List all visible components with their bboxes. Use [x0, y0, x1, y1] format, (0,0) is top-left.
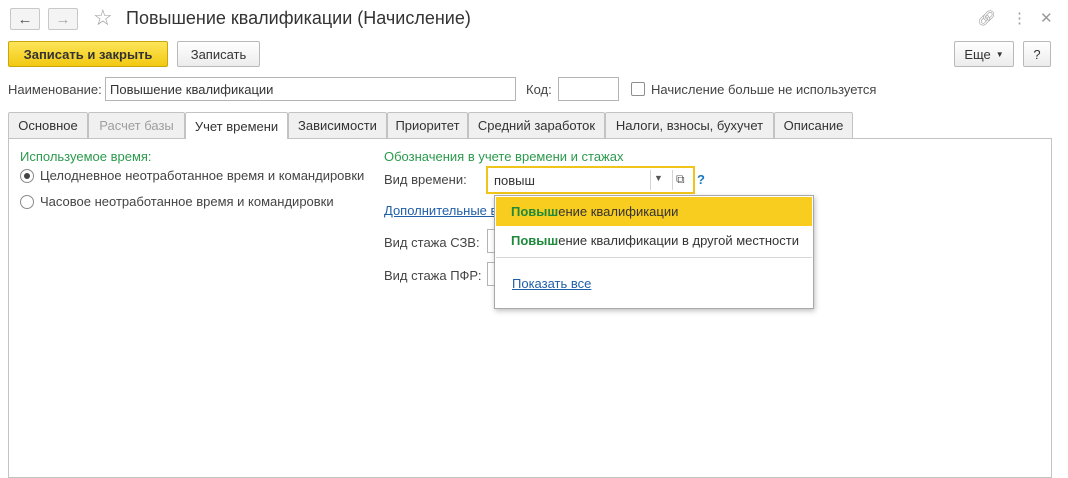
more-label: Еще — [964, 46, 991, 62]
forward-button[interactable]: → — [48, 8, 78, 30]
radio-hourly[interactable] — [20, 195, 34, 209]
used-time-title: Используемое время: — [20, 149, 152, 164]
unused-label: Начисление больше не используется — [651, 82, 877, 97]
favorite-star-icon[interactable]: ☆ — [93, 5, 113, 31]
match-text: Повыш — [511, 204, 559, 219]
dropdown-option[interactable]: Повыш ение квалификации — [496, 197, 812, 226]
code-label: Код: — [526, 82, 552, 97]
autocomplete-dropdown: Повыш ение квалификации Повыш ение квалифи… — [494, 195, 814, 309]
name-label: Наименование: — [8, 82, 102, 97]
close-icon[interactable]: ✕ — [1040, 9, 1053, 27]
tab-taxes[interactable]: Налоги, взносы, бухучет — [605, 112, 774, 138]
divider — [496, 257, 812, 258]
additional-link[interactable]: Дополнительные в — [384, 203, 497, 218]
chevron-down-icon[interactable]: ▼ — [654, 173, 663, 183]
dropdown-option[interactable]: Повыш ение квалификации в другой местност… — [496, 226, 812, 255]
time-type-label: Вид времени: — [384, 172, 467, 187]
chevron-down-icon: ▼ — [995, 49, 1004, 59]
more-menu-button[interactable]: Еще ▼ — [954, 41, 1014, 67]
time-type-combobox[interactable]: повыш ▼ ⧉ — [486, 166, 695, 194]
radio-full-day[interactable] — [20, 169, 34, 183]
save-button[interactable]: Записать — [177, 41, 260, 67]
szv-label: Вид стажа СЗВ: — [384, 235, 480, 250]
tab-dependencies[interactable]: Зависимости — [288, 112, 387, 138]
tab-main[interactable]: Основное — [8, 112, 88, 138]
pfr-label: Вид стажа ПФР: — [384, 268, 482, 283]
unused-checkbox[interactable] — [631, 82, 645, 96]
page-title: Повышение квалификации (Начисление) — [126, 8, 471, 28]
save-and-close-button[interactable]: Записать и закрыть — [8, 41, 168, 67]
back-button[interactable]: ← — [10, 8, 40, 30]
tab-average-earnings[interactable]: Средний заработок — [468, 112, 605, 138]
tab-base-calc[interactable]: Расчет базы — [88, 112, 185, 138]
arrow-left-icon: ← — [17, 10, 33, 28]
option-text: ение квалификации — [558, 204, 679, 219]
tab-time-accounting[interactable]: Учет времени — [185, 112, 288, 139]
notation-title: Обозначения в учете времени и стажах — [384, 149, 624, 164]
link-icon[interactable]: 🔗︎ — [977, 9, 996, 27]
radio-hourly-label: Часовое неотработанное время и командиро… — [40, 194, 334, 209]
more-vertical-icon[interactable]: ⋮ — [1012, 9, 1027, 27]
help-icon[interactable]: ? — [697, 172, 705, 187]
radio-full-day-label: Целодневное неотработанное время и коман… — [40, 168, 365, 183]
help-button[interactable]: ? — [1023, 41, 1051, 67]
arrow-right-icon: → — [55, 10, 71, 28]
name-field[interactable]: Повышение квалификации — [105, 77, 516, 101]
time-type-input[interactable]: повыш — [494, 173, 535, 188]
show-all-link[interactable]: Показать все — [512, 276, 591, 291]
code-field[interactable] — [558, 77, 619, 101]
match-text: Повыш — [511, 233, 559, 248]
divider — [672, 170, 673, 190]
tab-description[interactable]: Описание — [774, 112, 853, 138]
divider — [650, 170, 651, 190]
open-item-icon[interactable]: ⧉ — [676, 172, 685, 187]
option-text: ение квалификации в другой местности — [558, 233, 799, 248]
tab-priority[interactable]: Приоритет — [387, 112, 468, 138]
